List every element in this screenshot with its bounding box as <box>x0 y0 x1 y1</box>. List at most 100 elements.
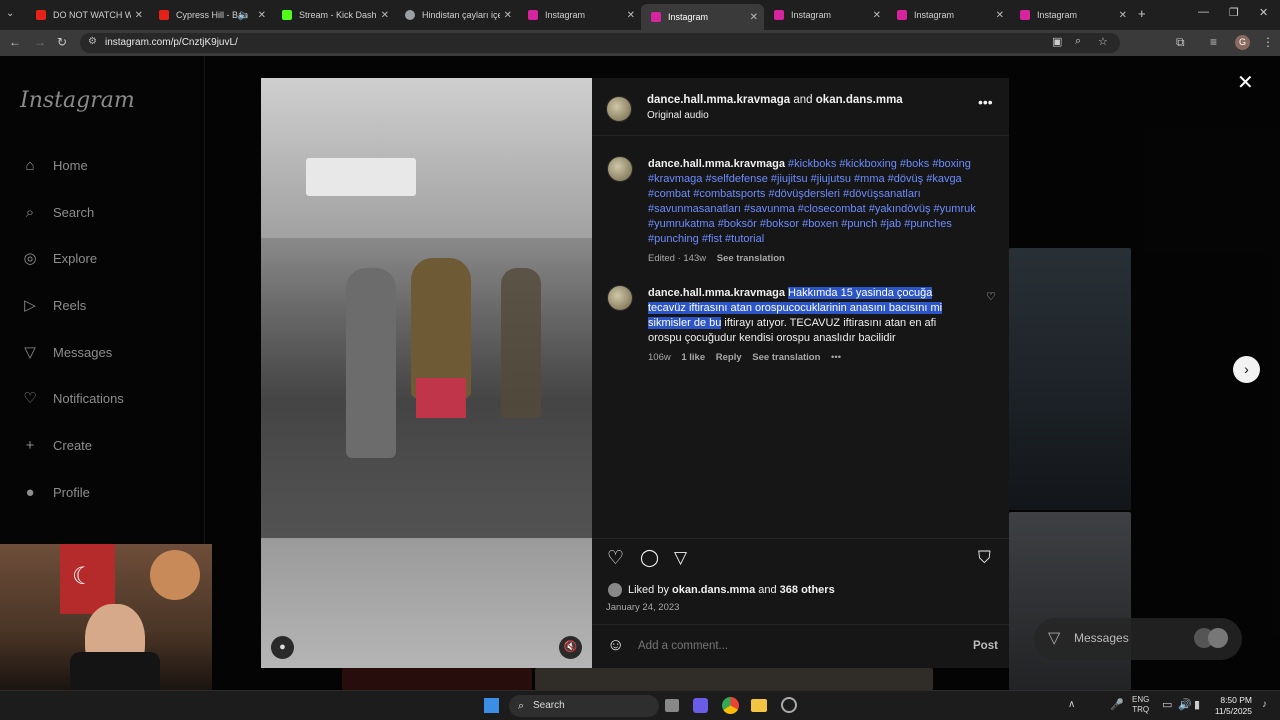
tagged-users-icon[interactable]: ● <box>271 636 294 659</box>
like-icon[interactable]: ♡ <box>607 547 624 570</box>
browser-tab[interactable]: Instagram ✕ <box>1010 4 1133 26</box>
speaker-icon[interactable]: 🔈 <box>238 10 250 21</box>
address-bar[interactable]: ⚙ instagram.com/p/CnztjK9juvL/ ☆ ⌕ ▣ <box>80 33 1120 53</box>
close-icon[interactable]: ✕ <box>750 12 758 23</box>
taskbar-search[interactable]: ⌕ Search <box>509 695 659 717</box>
nav-create[interactable]: + Create <box>20 435 92 455</box>
browser-tab[interactable]: DO NOT WATCH WH ✕ <box>26 4 149 26</box>
comment-likes[interactable]: 1 like <box>681 352 705 363</box>
language-indicator[interactable]: ENG TRQ <box>1132 695 1149 715</box>
hashtags[interactable]: #kravmaga #selfdefense #jiujitsu #jiujut… <box>648 172 998 187</box>
close-icon[interactable]: ✕ <box>504 10 512 21</box>
windows-start-icon[interactable] <box>484 698 499 713</box>
liked-by-others[interactable]: 368 others <box>780 584 835 596</box>
liked-by-user[interactable]: okan.dans.mma <box>672 584 755 596</box>
divider <box>592 135 1009 136</box>
hashtags[interactable]: #savunmasanatları #savunma #closecombat … <box>648 202 998 217</box>
close-icon[interactable]: ✕ <box>996 10 1004 21</box>
more-options-icon[interactable]: ••• <box>978 94 993 110</box>
hashtags[interactable]: #kickboks #kickboxing #boks #boxing <box>788 158 971 170</box>
close-icon[interactable]: ✕ <box>258 10 266 21</box>
next-post-button[interactable]: › <box>1233 356 1260 383</box>
close-icon[interactable]: ✕ <box>627 10 635 21</box>
close-modal-icon[interactable]: ✕ <box>1237 70 1254 95</box>
browser-tab[interactable]: Stream - Kick Dashbo ✕ <box>272 4 395 26</box>
tab-title: Stream - Kick Dashbo <box>299 10 377 20</box>
mute-icon[interactable]: 🔇 <box>559 636 582 659</box>
reload-icon[interactable]: ↻ <box>57 35 67 49</box>
tray-chevron-icon[interactable]: ∧ <box>1068 699 1075 710</box>
minimize-icon[interactable]: — <box>1198 6 1209 18</box>
nav-search[interactable]: ⌕ Search <box>20 202 94 222</box>
caption-author[interactable]: dance.hall.mma.kravmaga <box>648 158 785 170</box>
media-icon[interactable]: ≡ <box>1210 35 1217 49</box>
profile-avatar[interactable]: G <box>1235 35 1250 50</box>
tab-search-icon[interactable]: ⌄ <box>6 8 14 19</box>
hashtags[interactable]: #combat #combatsports #dövüşdersleri #dö… <box>648 187 998 202</box>
see-translation-link[interactable]: See translation <box>752 352 820 363</box>
reply-link[interactable]: Reply <box>716 352 742 363</box>
comment-icon[interactable]: ◯ <box>640 548 659 568</box>
browser-tab[interactable]: Cypress Hill - Ban 🔈 ✕ <box>149 4 272 26</box>
see-translation-link[interactable]: See translation <box>717 253 785 264</box>
close-icon[interactable]: ✕ <box>873 10 881 21</box>
comment-author[interactable]: dance.hall.mma.kravmaga <box>648 287 785 299</box>
close-icon[interactable]: ✕ <box>135 10 143 21</box>
extensions-icon[interactable]: ⧉ <box>1176 35 1185 50</box>
commenter-avatar[interactable] <box>607 285 633 311</box>
post-comment-button[interactable]: Post <box>973 640 998 652</box>
task-view-icon[interactable] <box>665 699 679 712</box>
copilot-icon[interactable] <box>693 698 708 713</box>
nav-explore[interactable]: ◎ Explore <box>20 248 97 268</box>
messages-pill[interactable]: ▽ Messages <box>1034 618 1242 660</box>
menu-icon[interactable]: ⋮ <box>1262 35 1274 49</box>
browser-tab[interactable]: Instagram ✕ <box>887 4 1010 26</box>
network-icon[interactable]: ▭ <box>1162 698 1172 711</box>
file-explorer-icon[interactable] <box>751 699 767 712</box>
author-avatar[interactable] <box>606 96 632 122</box>
window-close-icon[interactable]: ✕ <box>1259 6 1268 19</box>
browser-tab[interactable]: Instagram ✕ <box>764 4 887 26</box>
close-icon[interactable]: ✕ <box>381 10 389 21</box>
comment-like-icon[interactable]: ♡ <box>986 290 996 303</box>
caption-author-avatar[interactable] <box>607 156 633 182</box>
author-username[interactable]: dance.hall.mma.kravmaga <box>647 94 790 106</box>
liker-avatar[interactable] <box>608 583 622 597</box>
share-icon[interactable]: ▽ <box>674 548 687 568</box>
notification-bell-icon[interactable]: ♪ <box>1262 699 1267 710</box>
nav-reels[interactable]: ▷ Reels <box>20 295 86 315</box>
instagram-logo[interactable]: Instagram <box>20 88 135 113</box>
save-icon[interactable]: ⛉ <box>978 548 991 568</box>
site-info-icon[interactable]: ⚙ <box>88 36 97 47</box>
microphone-icon[interactable]: 🎤 <box>1110 698 1124 711</box>
forward-icon[interactable]: → <box>34 35 46 49</box>
post-video[interactable]: ● 🔇 <box>261 78 592 668</box>
battery-icon[interactable]: ▮ <box>1194 698 1200 711</box>
browser-tab-active[interactable]: Instagram ✕ <box>641 4 764 30</box>
new-tab-button[interactable]: + <box>1138 6 1146 21</box>
cast-icon[interactable]: ▣ <box>1052 35 1062 48</box>
browser-tab[interactable]: Hindistan çayları içeri ✕ <box>395 4 518 26</box>
hashtags[interactable]: #yumrukatma #boksör #boksor #boxen #punc… <box>648 217 998 232</box>
comment-input[interactable] <box>638 638 938 654</box>
app-icon[interactable] <box>781 697 797 713</box>
nav-home[interactable]: ⌂ Home <box>20 155 87 175</box>
comment-options-icon[interactable]: ••• <box>831 352 841 363</box>
home-icon: ⌂ <box>25 156 35 174</box>
nav-notifications[interactable]: ♡ Notifications <box>20 388 124 408</box>
star-icon[interactable]: ☆ <box>1098 35 1108 48</box>
restore-icon[interactable]: ❐ <box>1229 6 1239 19</box>
nav-profile[interactable]: ● Profile <box>20 482 89 502</box>
clock[interactable]: 8:50 PM 11/5/2025 <box>1212 695 1252 717</box>
back-icon[interactable]: ← <box>9 35 21 49</box>
chrome-icon[interactable] <box>722 697 739 714</box>
emoji-icon[interactable]: ☺ <box>607 635 624 655</box>
coauthor-username[interactable]: okan.dans.mma <box>816 94 903 106</box>
zoom-icon[interactable]: ⌕ <box>1075 35 1081 48</box>
hashtags[interactable]: #punching #fist #tutorial <box>648 232 998 247</box>
nav-messages[interactable]: ▽ Messages <box>20 342 112 362</box>
browser-tab[interactable]: Instagram ✕ <box>518 4 641 26</box>
close-icon[interactable]: ✕ <box>1119 10 1127 21</box>
volume-icon[interactable]: 🔊 <box>1178 698 1192 711</box>
audio-label[interactable]: Original audio <box>647 110 709 121</box>
